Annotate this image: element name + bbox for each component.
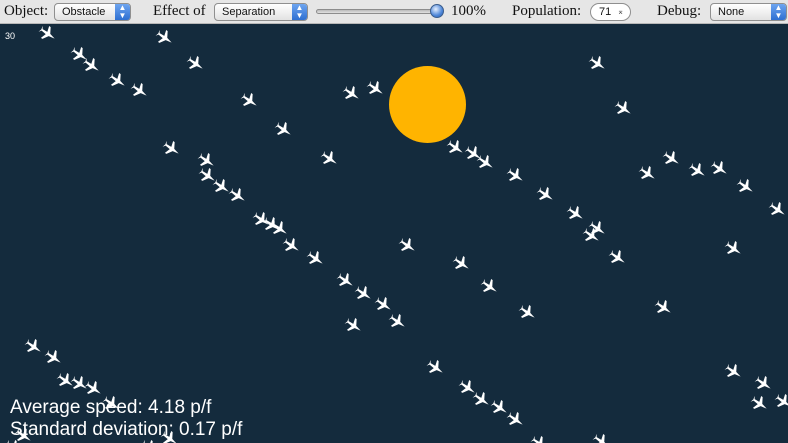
bird-icon <box>608 249 625 263</box>
bird-icon <box>398 237 415 251</box>
bird-icon <box>336 272 353 286</box>
average-speed-readout: Average speed: 4.18 p/f <box>10 397 212 418</box>
bird-icon <box>592 433 609 443</box>
debug-select-value: None <box>718 6 745 18</box>
bird-icon <box>56 372 73 386</box>
bird-icon <box>38 25 55 39</box>
bird-icon <box>750 395 767 409</box>
effect-strength-slider[interactable] <box>316 9 443 14</box>
bird-icon <box>70 375 87 389</box>
bird-icon <box>344 317 361 331</box>
bird-icon <box>724 363 741 377</box>
bird-icon <box>197 152 214 166</box>
bird-icon <box>736 178 753 192</box>
object-label: Object: <box>4 3 49 19</box>
bird-icon <box>476 154 493 168</box>
bird-icon <box>186 55 203 69</box>
debug-label: Debug: <box>657 3 702 19</box>
bird-icon <box>566 205 583 219</box>
toolbar: Object: Obstacle ▲ ▼ Effect of Separation… <box>0 0 788 24</box>
debug-select[interactable]: None ▲ ▼ <box>710 3 787 21</box>
select-arrows-icon: ▲ ▼ <box>115 4 130 20</box>
effect-select-value: Separation <box>222 6 276 18</box>
effect-select[interactable]: Separation ▲ ▼ <box>214 3 308 21</box>
bird-icon <box>506 411 523 425</box>
bird-icon <box>754 375 771 389</box>
bird-icon <box>130 82 147 96</box>
bird-icon <box>108 72 125 86</box>
bird-icon <box>654 299 671 313</box>
bird-icon <box>774 393 788 407</box>
bird-icon <box>24 338 41 352</box>
bird-icon <box>374 296 391 310</box>
bird-icon <box>212 178 229 192</box>
stepper-icon[interactable]: ⌅ <box>617 4 624 20</box>
bird-icon <box>306 250 323 264</box>
object-select[interactable]: Obstacle ▲ ▼ <box>54 3 131 21</box>
bird-icon <box>490 399 507 413</box>
bird-icon <box>638 165 655 179</box>
bird-icon <box>464 145 481 159</box>
flock-canvas[interactable] <box>0 24 788 443</box>
bird-icon <box>710 160 727 174</box>
bird-icon <box>530 435 547 443</box>
effect-label: Effect of <box>153 3 206 19</box>
select-arrows-icon: ▲ ▼ <box>292 4 307 20</box>
bird-icon <box>354 285 371 299</box>
standard-deviation-readout: Standard deviation: 0.17 p/f <box>10 419 243 440</box>
bird-icon <box>228 187 245 201</box>
bird-icon <box>614 100 631 114</box>
bird-icon <box>688 162 705 176</box>
bird-icon <box>342 85 359 99</box>
bird-icon <box>446 139 463 153</box>
bird-icon <box>518 304 535 318</box>
object-select-value: Obstacle <box>62 6 106 18</box>
bird-icon <box>662 150 679 164</box>
bird-icon <box>388 313 405 327</box>
slider-percent: 100% <box>451 3 486 19</box>
bird-icon <box>480 278 497 292</box>
bird-icon <box>320 150 337 164</box>
bird-icon <box>588 55 605 69</box>
bird-icon <box>274 121 291 135</box>
bird-icon <box>724 240 741 254</box>
population-input[interactable]: 71 ⌅ <box>590 3 631 21</box>
bird-icon <box>768 201 785 215</box>
select-arrows-icon: ▲ ▼ <box>771 4 786 20</box>
bird-icon <box>162 140 179 154</box>
slider-thumb[interactable] <box>430 4 444 18</box>
bird-icon <box>270 220 287 234</box>
bird-icon <box>426 359 443 373</box>
bird-icon <box>366 80 383 94</box>
bird-icon <box>44 349 61 363</box>
bird-icon <box>452 255 469 269</box>
bird-icon <box>506 167 523 181</box>
bird-icon <box>282 237 299 251</box>
bird-icon <box>536 186 553 200</box>
bird-icon <box>240 92 257 106</box>
population-label: Population: <box>512 3 582 19</box>
population-value: 71 <box>599 6 612 18</box>
bird-icon <box>155 29 172 43</box>
